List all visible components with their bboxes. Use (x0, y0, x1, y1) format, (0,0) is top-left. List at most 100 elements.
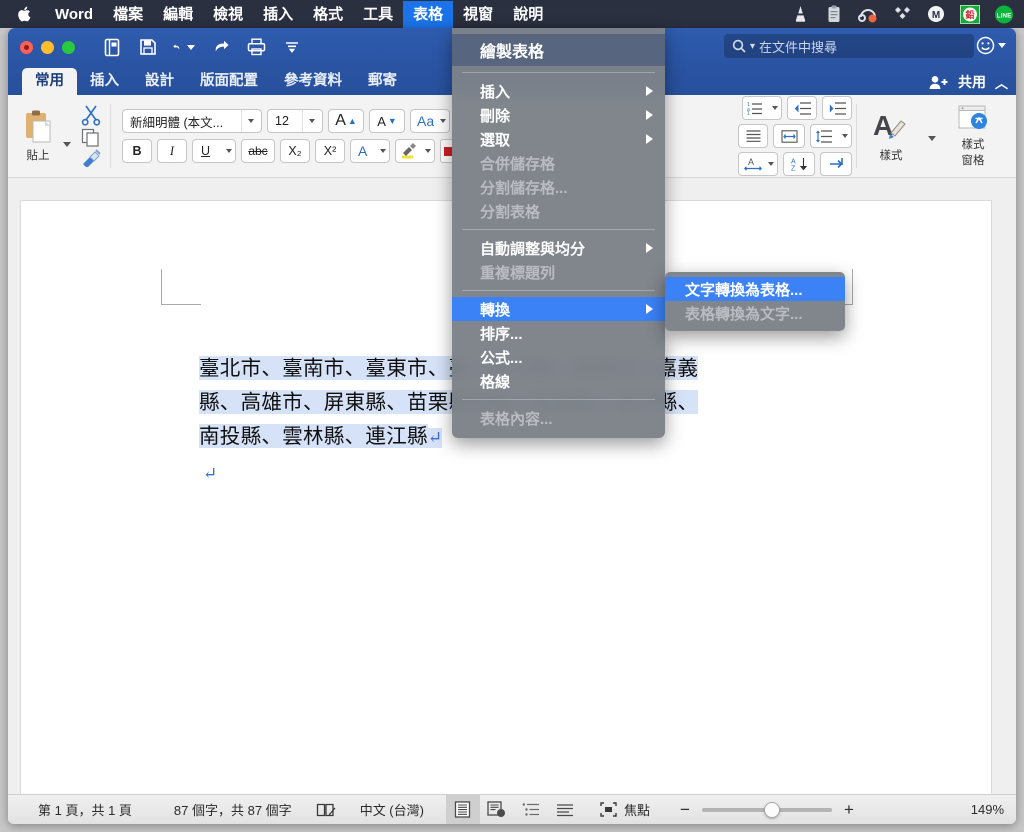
menu-item-autofit[interactable]: 自動調整與均分 (452, 236, 665, 260)
menu-item-select[interactable]: 選取 (452, 127, 665, 151)
submenu-item-text-to-table[interactable]: 文字轉換為表格... (665, 277, 845, 301)
menu-item-delete[interactable]: 刪除 (452, 103, 665, 127)
macos-menu-word[interactable]: Word (45, 1, 103, 28)
macos-menu-format[interactable]: 格式 (303, 1, 353, 28)
close-button[interactable] (20, 40, 33, 54)
proofing-icon[interactable] (306, 802, 346, 818)
vlc-cone-icon[interactable] (790, 4, 810, 24)
char-spacing-dropdown-icon[interactable] (768, 162, 774, 166)
seal-icon[interactable]: 鉛 (960, 4, 980, 24)
share-label[interactable]: 共用 (958, 72, 986, 92)
convert-submenu[interactable]: 文字轉換為表格... 表格轉換為文字... (665, 272, 845, 331)
paste-dropdown-icon[interactable] (63, 141, 71, 147)
menu-item-gridlines[interactable]: 格線 (452, 369, 665, 393)
maximize-button[interactable] (62, 40, 75, 54)
diamonds-icon[interactable] (892, 4, 912, 24)
underline-button[interactable]: U (192, 139, 236, 163)
text-effects-dropdown-icon[interactable] (380, 149, 386, 153)
undo-icon[interactable] (173, 36, 195, 58)
search-input[interactable]: ▾ 在文件中搜尋 (724, 34, 974, 58)
tab-home[interactable]: 常用 (22, 68, 77, 95)
format-painter-icon[interactable] (81, 149, 103, 167)
zoom-slider[interactable] (701, 801, 832, 818)
macos-menu-edit[interactable]: 編輯 (153, 1, 203, 28)
web-layout-view-button[interactable] (480, 795, 514, 825)
underline-dropdown-icon[interactable] (226, 149, 232, 153)
macos-menu-table[interactable]: 表格 (403, 0, 454, 28)
undo-dropdown-icon[interactable] (187, 44, 195, 50)
tab-layout[interactable]: 版面配置 (187, 68, 271, 95)
change-case-dropdown-icon[interactable] (440, 119, 446, 123)
zoom-percentage[interactable]: 149% (960, 802, 1016, 817)
strikethrough-button[interactable]: abc (241, 139, 275, 163)
document-properties-icon[interactable] (101, 36, 123, 58)
word-count[interactable]: 87 個字，共 87 個字 (146, 800, 306, 819)
cjk-distributed-button[interactable] (773, 124, 805, 148)
macos-menu-file[interactable]: 檔案 (103, 1, 153, 28)
bold-button[interactable]: B (122, 139, 152, 163)
language-indicator[interactable]: 中文 (台灣) (346, 800, 438, 819)
clipboard-icon[interactable] (824, 4, 844, 24)
apple-logo-icon[interactable] (0, 5, 45, 23)
increase-indent-button[interactable] (822, 96, 852, 120)
tab-insert[interactable]: 插入 (77, 68, 132, 95)
macos-menu-help[interactable]: 說明 (503, 1, 553, 28)
save-icon[interactable] (137, 36, 159, 58)
line-spacing-button[interactable] (810, 124, 852, 148)
outline-view-button[interactable] (514, 795, 548, 825)
numbered-list-button[interactable]: 1a1 (742, 96, 782, 120)
superscript-button[interactable]: X² (315, 139, 345, 163)
styles-pane-button[interactable]: 樣式 窗格 (946, 104, 1000, 168)
print-icon[interactable] (245, 36, 267, 58)
font-family-dropdown-icon[interactable] (241, 110, 259, 132)
focus-mode-button[interactable]: 焦點 (582, 800, 664, 819)
feedback-smiley-icon[interactable] (976, 36, 1006, 55)
menu-item-insert[interactable]: 插入 (452, 79, 665, 103)
zoom-out-button[interactable]: − (678, 800, 692, 820)
headphones-icon[interactable] (858, 4, 878, 24)
font-family-combo[interactable]: 新細明體 (本文... (122, 109, 262, 133)
font-size-dropdown-icon[interactable] (302, 110, 320, 132)
menu-item-draw-table[interactable]: 繪製表格 (452, 34, 665, 66)
minimize-button[interactable] (41, 40, 54, 54)
feedback-dropdown-icon[interactable] (998, 43, 1006, 48)
sort-button[interactable]: AZ (783, 152, 815, 176)
line-icon[interactable]: LINE (994, 4, 1014, 24)
tab-mailings[interactable]: 郵寄 (355, 68, 410, 95)
macos-menu-window[interactable]: 視窗 (453, 1, 503, 28)
tab-references[interactable]: 參考資料 (271, 68, 355, 95)
shrink-font-button[interactable]: A ▼ (369, 109, 405, 133)
cut-icon[interactable] (81, 105, 103, 126)
zoom-in-button[interactable]: + (842, 800, 856, 820)
highlight-dropdown-icon[interactable] (425, 149, 431, 153)
italic-button[interactable]: I (157, 139, 187, 163)
draft-view-button[interactable] (548, 795, 582, 825)
grow-font-button[interactable]: A ▲ (328, 109, 364, 133)
justify-button[interactable] (738, 124, 768, 148)
macos-menu-insert[interactable]: 插入 (253, 1, 303, 28)
styles-dropdown-icon[interactable] (928, 135, 936, 141)
text-effects-button[interactable]: A (350, 139, 390, 163)
macos-menu-view[interactable]: 檢視 (203, 1, 253, 28)
line-spacing-dropdown-icon[interactable] (842, 134, 848, 138)
redo-icon[interactable] (209, 36, 231, 58)
menu-item-formula[interactable]: 公式... (452, 345, 665, 369)
highlight-button[interactable] (395, 139, 435, 163)
person-plus-icon[interactable] (929, 75, 949, 90)
styles-button[interactable]: A 樣式 (864, 109, 918, 163)
search-scope-chevron-icon[interactable]: ▾ (750, 41, 755, 52)
customize-toolbar-icon[interactable] (281, 36, 303, 58)
menu-item-sort[interactable]: 排序... (452, 321, 665, 345)
change-case-button[interactable]: Aa (410, 109, 450, 133)
print-layout-view-button[interactable] (445, 794, 480, 824)
decrease-indent-button[interactable] (787, 96, 817, 120)
table-menu[interactable]: 繪製表格 插入 刪除 選取 合併儲存格 分割儲存格... 分割表格 自動調整與均… (452, 28, 665, 438)
subscript-button[interactable]: X₂ (280, 139, 310, 163)
copy-icon[interactable] (81, 128, 103, 147)
chevron-up-icon[interactable]: ︿ (995, 73, 1008, 92)
tab-design[interactable]: 設計 (132, 68, 187, 95)
char-spacing-button[interactable]: A (738, 152, 778, 176)
m-circle-icon[interactable]: M (926, 4, 946, 24)
page-info[interactable]: 第 1 頁，共 1 頁 (8, 800, 146, 819)
paste-button[interactable]: 貼上 (15, 109, 61, 163)
